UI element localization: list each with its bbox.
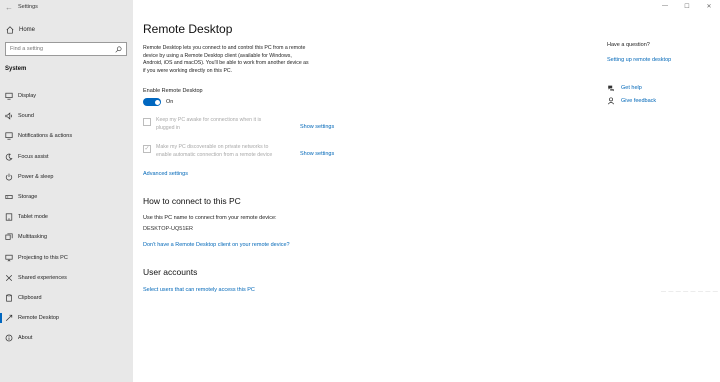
checkmark-icon: ✓ bbox=[144, 146, 150, 152]
get-help-link[interactable]: Get help bbox=[607, 84, 642, 92]
sidebar-item-notifications[interactable]: Notifications & actions bbox=[0, 126, 133, 146]
keep-awake-option: Keep my PC awake for connections when it… bbox=[143, 117, 343, 132]
home-label: Home bbox=[19, 27, 36, 33]
section-label: System bbox=[5, 66, 27, 72]
discoverable-show-settings-link[interactable]: Show settings bbox=[300, 151, 334, 159]
sidebar-item-label: Clipboard bbox=[18, 294, 42, 301]
sidebar-item-label: Power & sleep bbox=[18, 173, 54, 180]
give-feedback-link[interactable]: Give feedback bbox=[607, 97, 656, 105]
focus-assist-icon bbox=[5, 153, 13, 161]
sidebar-item-focus-assist[interactable]: Focus assist bbox=[0, 147, 133, 167]
feedback-icon bbox=[607, 97, 615, 105]
sidebar-item-label: About bbox=[18, 335, 33, 342]
app-title: Settings bbox=[18, 4, 38, 10]
select-users-link[interactable]: Select users that can remotely access th… bbox=[143, 287, 255, 293]
sidebar-item-label: Storage bbox=[18, 194, 38, 201]
search-icon bbox=[115, 46, 122, 53]
keep-awake-checkbox[interactable] bbox=[143, 118, 151, 126]
home-icon bbox=[6, 26, 14, 34]
sidebar-item-label: Display bbox=[18, 93, 37, 100]
connect-heading: How to connect to this PC bbox=[143, 196, 241, 206]
discoverable-option: ✓ Make my PC discoverable on private net… bbox=[143, 144, 343, 159]
sidebar-item-storage[interactable]: Storage bbox=[0, 187, 133, 207]
sidebar-item-power-sleep[interactable]: Power & sleep bbox=[0, 167, 133, 187]
sidebar-item-label: Notifications & actions bbox=[18, 133, 73, 140]
pc-name-value: DESKTOP-UQ51ER bbox=[143, 226, 194, 232]
shared-experiences-icon bbox=[5, 274, 13, 281]
sidebar-item-clipboard[interactable]: Clipboard bbox=[0, 288, 133, 308]
sidebar-item-label: Focus assist bbox=[18, 153, 49, 160]
sidebar-item-label: Shared experiences bbox=[18, 274, 67, 281]
sidebar-item-remote-desktop[interactable]: Remote Desktop bbox=[0, 308, 133, 328]
remote-client-link[interactable]: Don't have a Remote Desktop client on yo… bbox=[143, 242, 290, 248]
enable-remote-desktop-toggle[interactable] bbox=[143, 98, 161, 106]
toggle-state-label: On bbox=[166, 99, 174, 105]
back-arrow-icon[interactable]: ← bbox=[0, 3, 18, 12]
search-box[interactable]: Find a setting bbox=[5, 42, 127, 56]
discoverable-label: Make my PC discoverable on private netwo… bbox=[156, 144, 273, 158]
home-nav-item[interactable]: Home bbox=[0, 23, 133, 37]
window-controls: — ☐ ✕ bbox=[640, 0, 720, 12]
active-indicator bbox=[0, 313, 2, 324]
multitasking-icon bbox=[5, 233, 13, 241]
setting-up-remote-desktop-link[interactable]: Setting up remote desktop bbox=[607, 57, 671, 63]
get-help-label: Get help bbox=[621, 85, 642, 91]
power-icon bbox=[5, 173, 13, 181]
pc-name-label: Use this PC name to connect from your re… bbox=[143, 215, 277, 221]
user-accounts-heading: User accounts bbox=[143, 267, 198, 277]
main-content: Remote Desktop Remote Desktop lets you c… bbox=[143, 0, 583, 382]
about-icon bbox=[5, 334, 13, 342]
sidebar-item-projecting[interactable]: Projecting to this PC bbox=[0, 248, 133, 268]
keep-awake-label: Keep my PC awake for connections when it… bbox=[156, 117, 262, 131]
sidebar-item-tablet-mode[interactable]: Tablet mode bbox=[0, 207, 133, 227]
right-panel: — ☐ ✕ Have a question? Setting up remote… bbox=[607, 0, 720, 382]
remote-desktop-icon bbox=[5, 314, 13, 322]
notifications-icon bbox=[5, 132, 13, 141]
enable-remote-desktop-label: Enable Remote Desktop bbox=[143, 88, 203, 94]
have-a-question-heading: Have a question? bbox=[607, 42, 650, 48]
sidebar-item-label: Multitasking bbox=[18, 234, 48, 241]
search-input[interactable]: Find a setting bbox=[10, 46, 43, 52]
title-bar: ← Settings bbox=[0, 0, 133, 14]
discoverable-checkbox[interactable]: ✓ bbox=[143, 145, 151, 153]
projecting-icon bbox=[5, 254, 13, 262]
give-feedback-label: Give feedback bbox=[621, 98, 657, 104]
storage-icon bbox=[5, 195, 13, 199]
intro-text: Remote Desktop lets you connect to and c… bbox=[143, 45, 309, 74]
sidebar-item-about[interactable]: About bbox=[0, 328, 133, 348]
maximize-icon[interactable]: ☐ bbox=[676, 0, 698, 12]
clipboard-icon bbox=[6, 294, 12, 302]
sidebar-nav: Display Sound Notifications & actions Fo… bbox=[0, 86, 133, 348]
close-icon[interactable]: ✕ bbox=[698, 0, 720, 12]
sidebar-item-shared-experiences[interactable]: Shared experiences bbox=[0, 268, 133, 288]
sidebar-item-label: Projecting to this PC bbox=[18, 254, 68, 261]
sidebar-item-sound[interactable]: Sound bbox=[0, 106, 133, 126]
sidebar-item-label: Remote Desktop bbox=[18, 315, 59, 322]
minimize-icon[interactable]: — bbox=[654, 0, 676, 12]
get-help-icon bbox=[608, 85, 614, 92]
page-title: Remote Desktop bbox=[143, 22, 233, 36]
sidebar-item-multitasking[interactable]: Multitasking bbox=[0, 227, 133, 247]
tablet-icon bbox=[5, 213, 13, 221]
sidebar-item-label: Tablet mode bbox=[18, 214, 48, 221]
sidebar-item-label: Sound bbox=[18, 113, 34, 120]
sound-icon bbox=[5, 112, 12, 120]
toggle-knob bbox=[154, 99, 160, 105]
watermark-text: — — — — — — — — bbox=[661, 289, 719, 295]
advanced-settings-link[interactable]: Advanced settings bbox=[143, 171, 188, 177]
display-icon bbox=[5, 92, 13, 100]
keep-awake-show-settings-link[interactable]: Show settings bbox=[300, 124, 334, 132]
sidebar: ← Settings Home Find a setting System Di… bbox=[0, 0, 133, 382]
sidebar-item-display[interactable]: Display bbox=[0, 86, 133, 106]
